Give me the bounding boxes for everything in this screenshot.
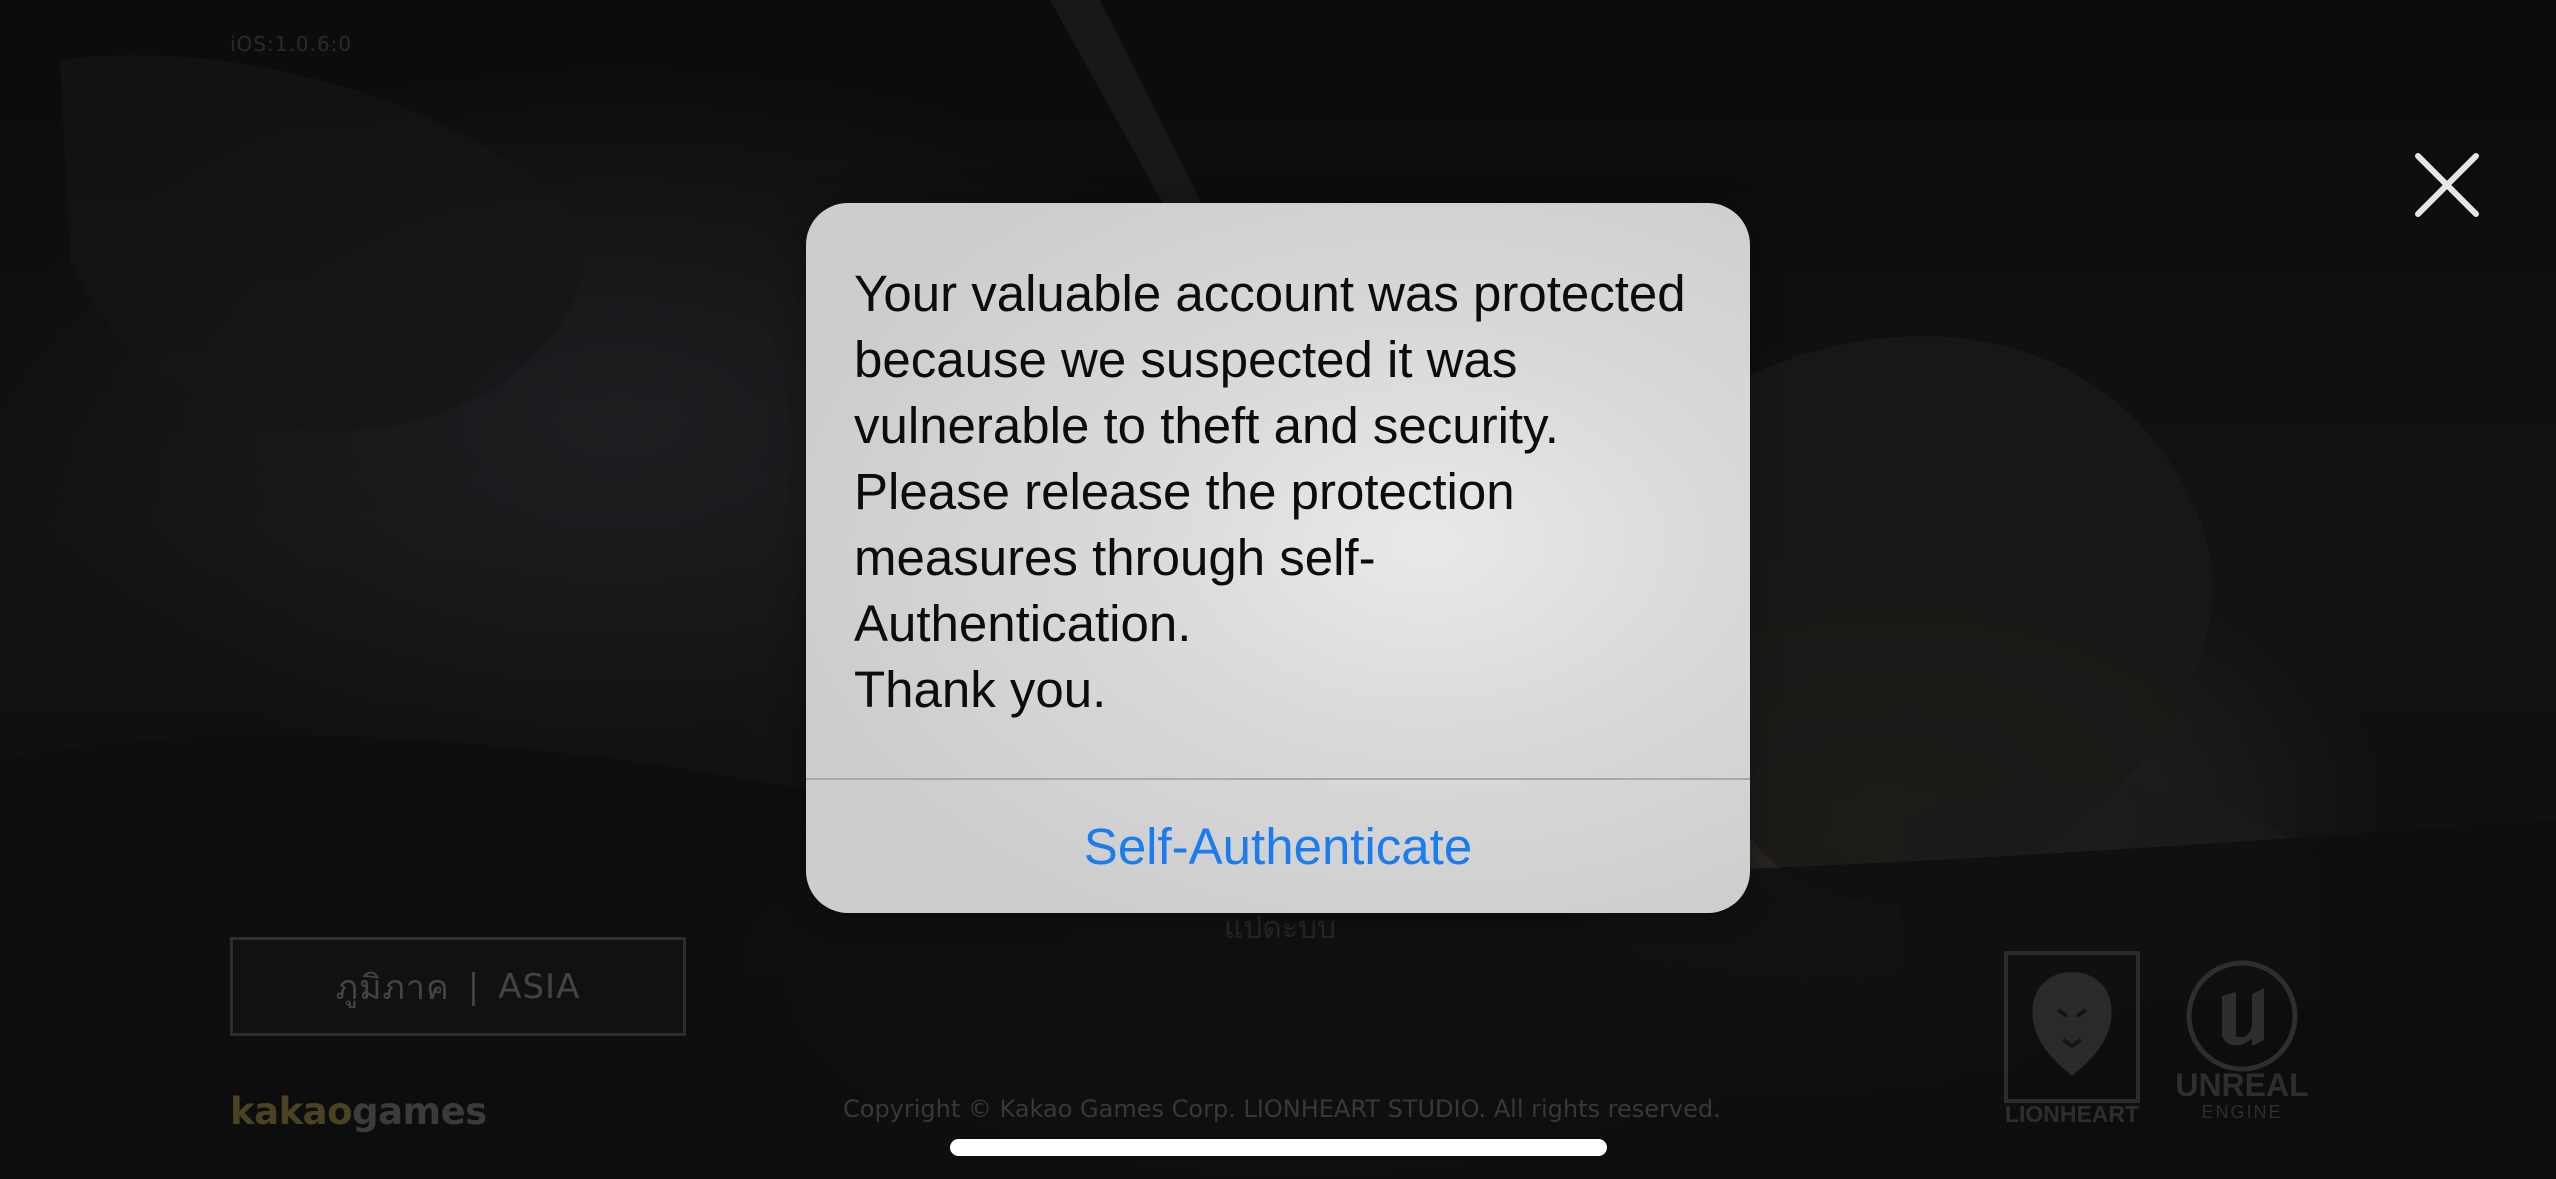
self-authenticate-button[interactable]: Self-Authenticate [806,780,1750,913]
version-label: iOS:1.0.6:0 [230,32,353,56]
kakao-logo-part2: games [352,1090,487,1133]
lionheart-logo-text: LIONHEART [2005,1101,2139,1127]
close-button[interactable] [2412,150,2482,220]
region-value: ASIA [498,966,581,1007]
home-indicator[interactable] [950,1139,1607,1156]
kakao-logo-part1: kakao [230,1090,353,1133]
unreal-engine-logo: UNREAL ENGINE [2175,960,2309,1122]
unreal-logo-line2: ENGINE [2201,1102,2282,1122]
region-label: ภูมิภาค [335,967,450,1008]
alert-message: Your valuable account was protected beca… [854,265,1686,718]
kakao-games-logo: kakaogames [230,1090,487,1133]
security-alert-dialog: Your valuable account was protected beca… [806,203,1750,913]
unreal-logo-line1: UNREAL [2175,1067,2308,1103]
close-icon [2415,153,2479,217]
lionheart-logo: LIONHEART [2004,951,2140,1127]
region-separator: | [467,966,481,1007]
copyright-text: Copyright © Kakao Games Corp. LIONHEART … [843,1095,1721,1123]
game-screen: iOS:1.0.6:0 ภูมิภาค | ASIA แปดะบบ kakaog… [0,0,2556,1179]
region-select-button[interactable]: ภูมิภาค | ASIA [230,937,686,1036]
